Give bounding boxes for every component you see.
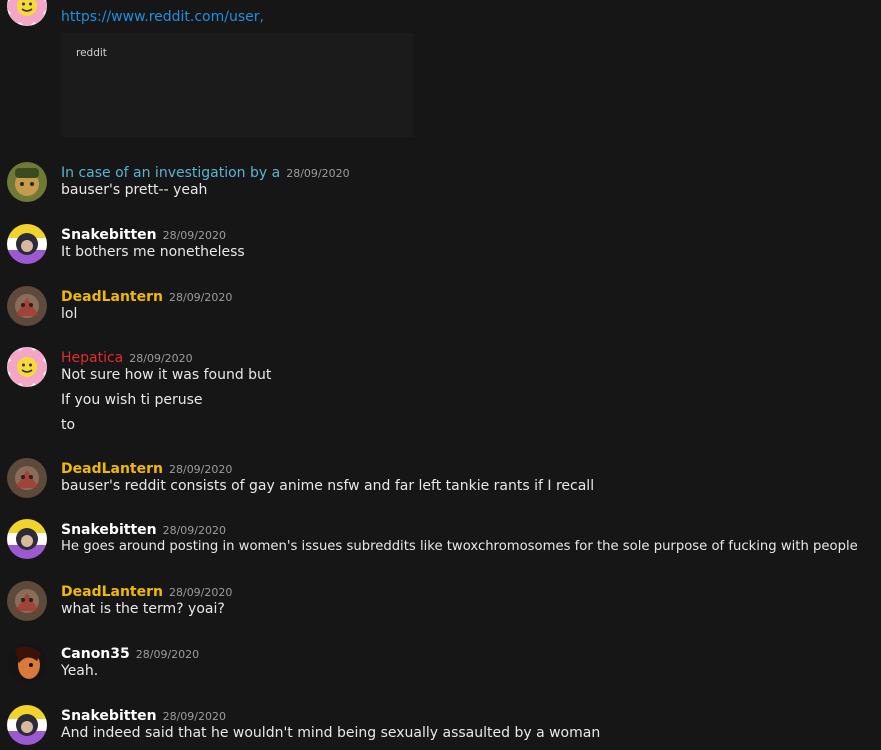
timestamp: 28/09/2020 [162, 524, 226, 537]
message-header: DeadLantern 28/09/2020 [61, 581, 232, 600]
snake-avatar[interactable] [7, 519, 47, 559]
message-header: DeadLantern 28/09/2020 [61, 458, 232, 477]
message-text: bauser's prett-- yeah [61, 182, 208, 198]
message-text: Yeah. [61, 663, 99, 679]
message-text: If you wish ti peruse [61, 392, 203, 408]
character-avatar[interactable] [7, 162, 47, 202]
link-embed-card[interactable]: reddit [61, 33, 413, 137]
timestamp: 28/09/2020 [162, 710, 226, 723]
username[interactable]: Snakebitten [61, 708, 157, 724]
username[interactable]: Snakebitten [61, 522, 157, 538]
snake-avatar[interactable] [7, 224, 47, 264]
timestamp: 28/09/2020 [168, 463, 233, 476]
message-header: Snakebitten 28/09/2020 [61, 224, 226, 243]
lantern-avatar[interactable] [7, 581, 47, 621]
message-text: what is the term? yoai? [61, 601, 225, 617]
message-header: DeadLantern 28/09/2020 [61, 286, 232, 305]
flower-avatar[interactable] [7, 0, 47, 26]
timestamp: 28/09/2020 [168, 586, 233, 599]
timestamp: 28/09/2020 [129, 352, 193, 365]
embed-provider: reddit [76, 47, 107, 59]
username[interactable]: DeadLantern [61, 584, 163, 600]
embed-link[interactable]: https://www.reddit.com/user, [61, 9, 264, 25]
message-text: It bothers me nonetheless [61, 244, 245, 260]
username[interactable]: DeadLantern [61, 461, 163, 477]
lantern-avatar[interactable] [7, 286, 47, 326]
message-header: In case of an investigation by a 28/09/20… [61, 162, 350, 181]
message-text: And indeed said that he wouldn't mind be… [61, 725, 601, 741]
username[interactable]: Snakebitten [61, 227, 157, 243]
username[interactable]: DeadLantern [61, 289, 163, 305]
message-text: He goes around posting in women's issues… [61, 539, 858, 554]
message-header: Snakebitten 28/09/2020 [61, 705, 226, 724]
canon-avatar[interactable] [7, 643, 47, 683]
username[interactable]: In case of an investigation by a [61, 165, 280, 181]
username[interactable]: Hepatica [61, 350, 123, 366]
timestamp: 28/09/2020 [162, 229, 226, 242]
message-text: to [61, 417, 76, 433]
timestamp: 28/09/2020 [168, 291, 233, 304]
flower-avatar[interactable] [7, 347, 47, 387]
timestamp: 28/09/2020 [135, 648, 200, 661]
message-text: Not sure how it was found but [61, 367, 272, 383]
message-header: Canon35 28/09/2020 [61, 643, 199, 662]
message-header: Snakebitten 28/09/2020 [61, 519, 226, 538]
message-text: bauser's reddit consists of gay anime ns… [61, 478, 595, 494]
timestamp: 28/09/2020 [286, 167, 350, 180]
username[interactable]: Canon35 [61, 646, 130, 662]
snake-avatar[interactable] [7, 705, 47, 745]
message-text: lol [61, 306, 78, 322]
message-header: Hepatica 28/09/2020 [61, 347, 193, 366]
lantern-avatar[interactable] [7, 458, 47, 498]
